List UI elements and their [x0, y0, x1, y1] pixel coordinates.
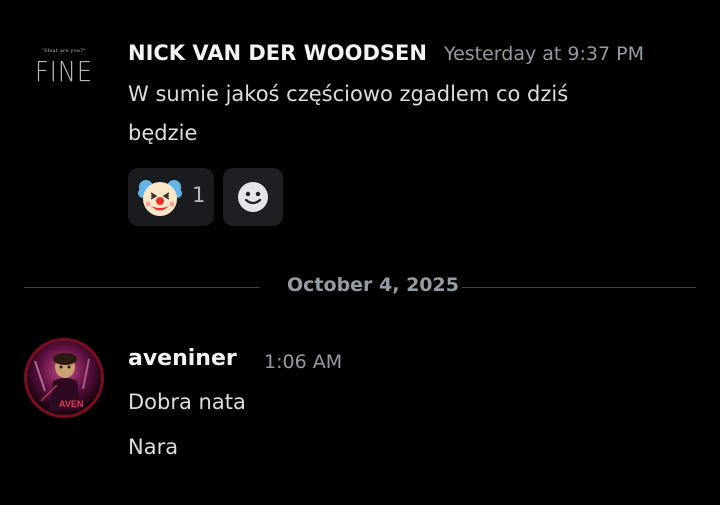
reaction-clown[interactable]: 1: [128, 168, 214, 226]
divider-line-left: [24, 287, 260, 288]
add-reaction-button[interactable]: [223, 168, 283, 226]
avatar-title: FINE: [35, 55, 93, 89]
message-text-line: W sumie jakoś częściowo zgadlem co dziś: [128, 82, 569, 106]
date-divider: October 4, 2025: [24, 270, 696, 304]
clown-face-icon: [138, 180, 182, 216]
author-name[interactable]: NICK VAN DER WOODSEN: [128, 41, 427, 65]
add-reaction-smiley-icon: [238, 182, 268, 212]
message-timestamp[interactable]: 1:06 AM: [264, 351, 342, 373]
divider-date: October 4, 2025: [287, 274, 459, 296]
reaction-count: 1: [192, 183, 206, 207]
avatar[interactable]: "Heat are you?" FINE: [24, 28, 104, 108]
avatar-caption: "Heat are you?": [42, 48, 86, 54]
avatar-label: AVEN: [59, 399, 84, 409]
message-text-line: Nara: [128, 435, 179, 459]
avatar[interactable]: AVEN: [24, 338, 104, 418]
message-text-line: Dobra nata: [128, 390, 246, 414]
message-text-line: będzie: [128, 121, 198, 145]
author-name[interactable]: aveniner: [128, 346, 237, 371]
message-timestamp[interactable]: Yesterday at 9:37 PM: [444, 43, 644, 65]
divider-line-right: [462, 287, 696, 288]
